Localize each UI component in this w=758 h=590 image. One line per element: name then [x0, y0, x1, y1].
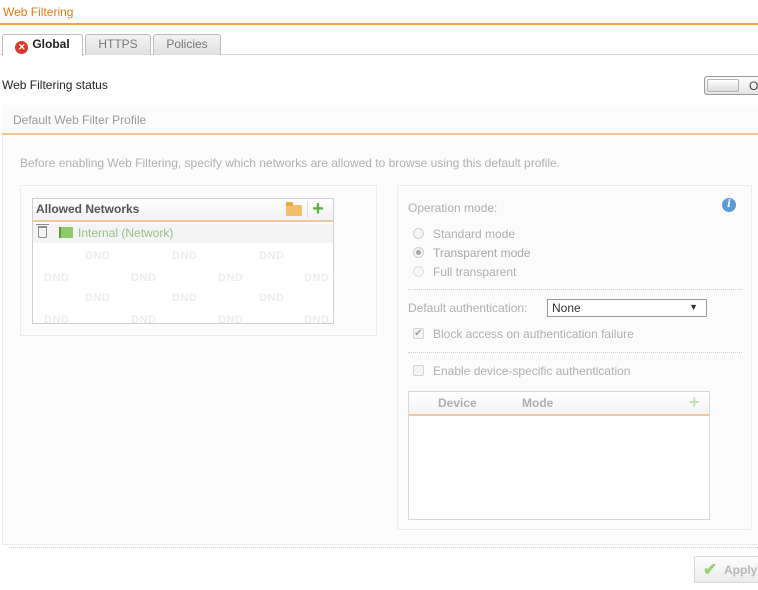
- allowed-networks-list[interactable]: Allowed Networks + Internal (Network) DN…: [32, 198, 334, 324]
- radio-standard-label: Standard mode: [433, 227, 516, 241]
- tab-bar: ✕ Global HTTPS Policies: [2, 34, 758, 56]
- tab-global[interactable]: ✕ Global: [2, 34, 83, 56]
- radio-transparent-label: Transparent mode: [433, 246, 531, 260]
- network-label: Internal (Network): [78, 226, 174, 240]
- radio-standard-mode[interactable]: [413, 228, 424, 239]
- block-access-label: Block access on authentication failure: [433, 327, 634, 341]
- chevron-down-icon: ▼: [689, 302, 698, 312]
- folder-icon[interactable]: [286, 202, 302, 216]
- dnd-watermark: DND: [44, 314, 70, 324]
- divider: [408, 289, 742, 290]
- info-icon[interactable]: i: [722, 198, 736, 212]
- tab-policies[interactable]: Policies: [153, 34, 221, 55]
- tab-https-label: HTTPS: [98, 37, 138, 51]
- apply-label: Apply: [724, 563, 758, 577]
- default-auth-value: None: [552, 301, 581, 315]
- add-device-icon[interactable]: +: [689, 392, 700, 412]
- tab-global-label: Global: [32, 37, 70, 51]
- dnd-watermark: DND: [304, 314, 330, 324]
- network-flag-icon: [59, 227, 73, 238]
- dnd-watermark: DND: [172, 292, 198, 304]
- dnd-watermark: DND: [304, 272, 330, 284]
- device-table[interactable]: Device Mode +: [408, 391, 710, 520]
- tab-https[interactable]: HTTPS: [85, 34, 151, 55]
- footer-divider: [9, 547, 758, 548]
- operation-mode-label: Operation mode:: [408, 201, 498, 215]
- dnd-watermark: DND: [172, 250, 198, 262]
- status-label: Web Filtering status: [2, 78, 108, 92]
- page-title: Web Filtering: [3, 5, 74, 19]
- dnd-watermark: DND: [44, 272, 70, 284]
- tab-policies-label: Policies: [166, 37, 208, 51]
- allowed-networks-title: Allowed Networks: [36, 202, 140, 216]
- list-item[interactable]: Internal (Network): [33, 224, 333, 243]
- status-toggle[interactable]: O: [704, 76, 758, 95]
- block-access-checkbox[interactable]: ✔: [413, 328, 424, 339]
- device-auth-label: Enable device-specific authentication: [433, 364, 631, 378]
- error-icon: ✕: [15, 41, 29, 54]
- dnd-watermark: DND: [218, 314, 244, 324]
- column-header-device: Device: [438, 396, 477, 410]
- checkmark-icon: ✔: [703, 560, 718, 579]
- default-auth-label: Default authentication:: [408, 301, 528, 315]
- dnd-watermark: DND: [259, 250, 285, 262]
- title-divider: [0, 23, 758, 25]
- toggle-text: O: [749, 79, 758, 93]
- section-description: Before enabling Web Filtering, specify w…: [20, 156, 561, 170]
- column-header-mode: Mode: [522, 396, 554, 410]
- apply-button[interactable]: ✔ Apply: [694, 556, 758, 583]
- dnd-watermark: DND: [85, 250, 111, 262]
- radio-full-transparent-label: Full transparent: [433, 265, 517, 279]
- dnd-watermark: DND: [218, 272, 244, 284]
- divider: [408, 352, 742, 353]
- add-network-icon[interactable]: +: [310, 199, 326, 220]
- device-auth-checkbox[interactable]: [413, 365, 424, 376]
- dnd-watermark: DND: [85, 292, 111, 304]
- radio-transparent-mode[interactable]: [413, 247, 424, 258]
- trash-icon[interactable]: [36, 224, 49, 238]
- dnd-watermark: DND: [131, 314, 157, 324]
- section-title: Default Web Filter Profile: [13, 113, 147, 127]
- device-table-header: Device Mode +: [409, 392, 709, 416]
- dnd-watermark: DND: [131, 272, 157, 284]
- default-auth-select[interactable]: None ▼: [547, 299, 707, 317]
- allowed-networks-header: Allowed Networks +: [33, 199, 333, 222]
- radio-full-transparent[interactable]: [413, 266, 424, 277]
- header-separator: [307, 202, 308, 218]
- toggle-knob: [707, 79, 739, 92]
- dnd-watermark: DND: [259, 292, 285, 304]
